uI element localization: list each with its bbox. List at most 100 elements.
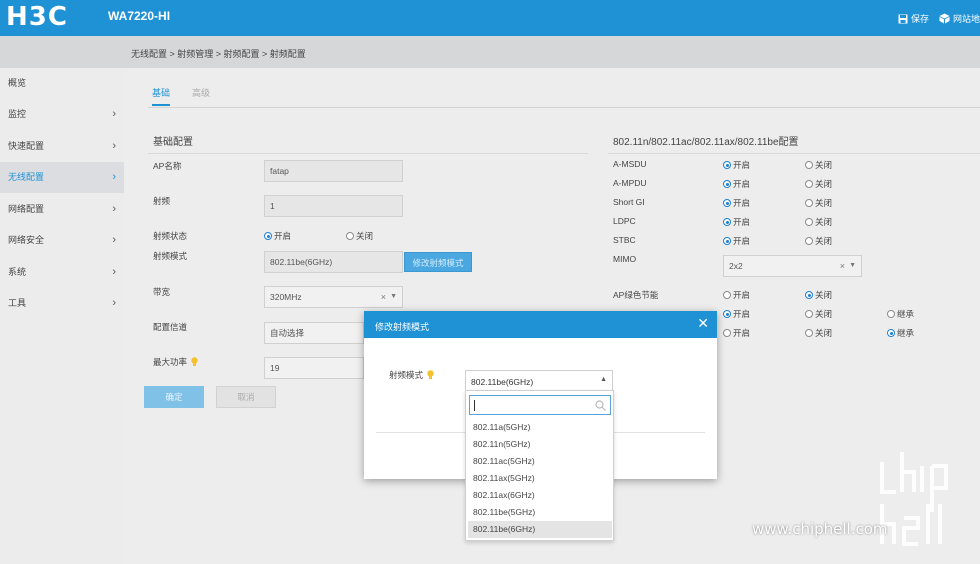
ampdu-on[interactable]: 开启 [723, 178, 750, 190]
radio-dot-inherit [887, 329, 895, 337]
max-power-field[interactable]: 19 [264, 357, 364, 379]
radio-dot-off [805, 310, 813, 318]
radio-dot-off [805, 199, 813, 207]
text-caret [474, 400, 475, 411]
breadcrumb: 无线配置 > 射频管理 > 射频配置 > 射频配置 [131, 49, 306, 59]
basic-config-title: 基础配置 [153, 137, 193, 148]
channel-select[interactable]: 自动选择 [264, 322, 364, 344]
chevron-up-icon: ▲ [600, 376, 607, 383]
dropdown-option[interactable]: 802.11ac(5GHz) [468, 453, 612, 470]
radio-dot-on [723, 218, 731, 226]
sidebar-item-overview[interactable]: 概览 [0, 68, 124, 99]
radio-mode-selected: 802.11be(6GHz) [471, 377, 534, 387]
confirm-button[interactable]: 确定 [144, 386, 204, 408]
radio-option-label: 开启 [733, 198, 751, 208]
radio-mode-select[interactable]: 802.11be(6GHz) ▲ [465, 370, 613, 390]
dropdown-option-selected[interactable]: 802.11be(6GHz) [468, 521, 612, 538]
top-actions: 保存 网站地 [888, 12, 980, 25]
dropdown-option[interactable]: 802.11n(5GHz) [468, 436, 612, 453]
hidden-row2-off[interactable]: 关闭 [805, 327, 832, 339]
radio-option-label: 开启 [733, 217, 751, 227]
channel-label: 配置信道 [153, 322, 188, 332]
change-radio-mode-button[interactable]: 修改射频模式 [404, 252, 472, 272]
mimo-value: 2x2 [729, 261, 743, 271]
radio-option-label: 关闭 [815, 236, 833, 246]
sidebar-item-label: 系统 [8, 267, 27, 277]
ap-green-on[interactable]: 开启 [723, 289, 750, 301]
radio-mode-label: 射频模式 [153, 251, 188, 261]
radio-state-label: 射频状态 [153, 231, 188, 241]
tab-basic[interactable]: 基础 [152, 82, 171, 106]
lightbulb-icon [427, 370, 434, 379]
radio-dot-off [346, 232, 354, 240]
ampdu-off[interactable]: 关闭 [805, 178, 832, 190]
dropdown-option[interactable]: 802.11be(5GHz) [468, 504, 612, 521]
radio-option-label: 关闭 [815, 217, 833, 227]
device-model: WA7220-HI [108, 9, 171, 23]
ldpc-off[interactable]: 关闭 [805, 216, 832, 228]
radio-dot-on [723, 199, 731, 207]
save-button[interactable]: 保存 [898, 12, 929, 25]
tab-bar: 基础 高级 [152, 82, 232, 106]
amsdu-off[interactable]: 关闭 [805, 159, 832, 171]
radio-field[interactable]: 1 [264, 195, 403, 217]
bandwidth-select[interactable]: 320MHz × ▼ [264, 286, 403, 308]
sidebar-item-network-security[interactable]: 网络安全 › [0, 225, 124, 256]
hidden-row1-off[interactable]: 关闭 [805, 308, 832, 320]
section-divider [148, 153, 588, 154]
sidebar-item-label: 网络配置 [8, 204, 45, 214]
sidebar-item-quick-config[interactable]: 快速配置 › [0, 131, 124, 162]
hidden-row1-on[interactable]: 开启 [723, 308, 750, 320]
clear-icon[interactable]: × [840, 256, 845, 276]
dropdown-option[interactable]: 802.11a(5GHz) [468, 419, 612, 436]
sidebar-item-system[interactable]: 系统 › [0, 257, 124, 288]
radio-dot-off [805, 161, 813, 169]
ap-green-off[interactable]: 关闭 [805, 289, 832, 301]
short-gi-on[interactable]: 开启 [723, 197, 750, 209]
radio-state-on[interactable]: 开启 [264, 230, 291, 242]
ampdu-label: A-MPDU [613, 178, 647, 188]
amsdu-label: A-MSDU [613, 159, 647, 169]
close-icon[interactable]: ✕ [697, 316, 709, 330]
cube-icon [939, 13, 950, 24]
sidebar-item-network-config[interactable]: 网络配置 › [0, 194, 124, 225]
short-gi-off[interactable]: 关闭 [805, 197, 832, 209]
top-bar: H3C WA7220-HI 保存 网站地 [0, 0, 980, 36]
clear-icon[interactable]: × [381, 287, 386, 307]
mimo-select[interactable]: 2x2 × ▼ [723, 255, 862, 277]
hidden-row1-inherit[interactable]: 继承 [887, 308, 914, 320]
tab-advanced[interactable]: 高级 [192, 82, 210, 106]
radio-state-off[interactable]: 关闭 [346, 230, 373, 242]
stbc-on[interactable]: 开启 [723, 235, 750, 247]
sidebar-item-wireless-config[interactable]: 无线配置 › [0, 162, 124, 193]
dialog-header: 修改射频模式 ✕ [364, 311, 717, 338]
h3c-logo: H3C [6, 2, 68, 32]
cancel-button[interactable]: 取消 [216, 386, 276, 408]
sidebar-item-monitor[interactable]: 监控 › [0, 99, 124, 130]
amsdu-on[interactable]: 开启 [723, 159, 750, 171]
dropdown-option[interactable]: 802.11ax(5GHz) [468, 470, 612, 487]
chevron-right-icon: › [112, 266, 116, 278]
dropdown-search-input[interactable] [469, 395, 611, 415]
breadcrumb-bar: 无线配置 > 射频管理 > 射频配置 > 射频配置 [0, 36, 980, 68]
chiphell-watermark-logo [880, 452, 948, 546]
sidebar-item-tools[interactable]: 工具 › [0, 288, 124, 319]
mimo-label: MIMO [613, 254, 637, 264]
radio-dot-off [805, 218, 813, 226]
ldpc-label: LDPC [613, 216, 636, 226]
radio-dot-on [723, 161, 731, 169]
sidebar: 概览 监控 › 快速配置 › 无线配置 › 网络配置 › 网络安全 › 系统 › 工具 › [0, 68, 124, 564]
hidden-row2-inherit[interactable]: 继承 [887, 327, 914, 339]
section-divider [608, 153, 980, 154]
save-label: 保存 [910, 14, 929, 24]
dropdown-option[interactable]: 802.11ax(6GHz) [468, 487, 612, 504]
stbc-off[interactable]: 关闭 [805, 235, 832, 247]
ap-name-field[interactable]: fatap [264, 160, 403, 182]
site-map-button[interactable]: 网站地 [939, 12, 980, 25]
radio-option-label: 关闭 [815, 309, 833, 319]
hidden-row2-on[interactable]: 开启 [723, 327, 750, 339]
chevron-right-icon: › [112, 234, 116, 246]
max-power-label-text: 最大功率 [153, 357, 188, 367]
ldpc-on[interactable]: 开启 [723, 216, 750, 228]
radio-dot-off [805, 291, 813, 299]
